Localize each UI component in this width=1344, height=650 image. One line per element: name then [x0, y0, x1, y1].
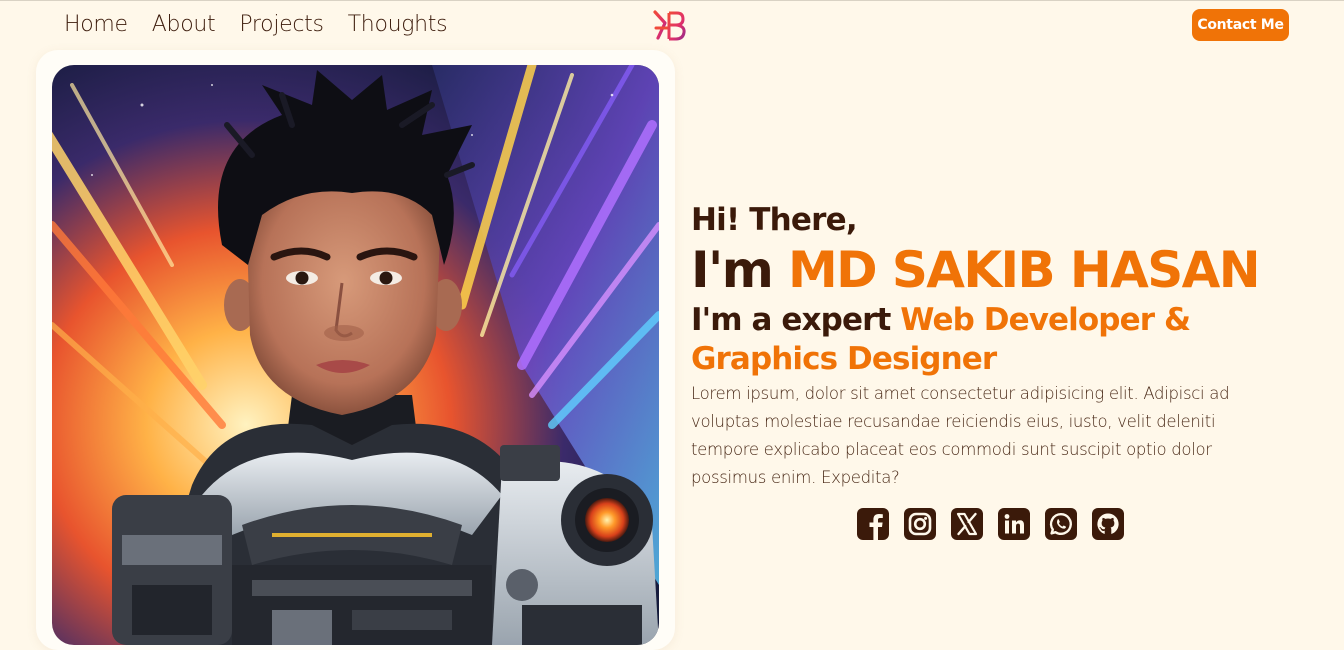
- hero-section: Hi! There, I'm MD SAKIB HASAN I'm a expe…: [691, 200, 1311, 492]
- hero-name: MD SAKIB HASAN: [788, 241, 1261, 299]
- hero-greeting: Hi! There,: [691, 202, 858, 238]
- nav-projects-link[interactable]: Projects: [239, 10, 324, 40]
- logo-mark-icon: [653, 10, 686, 41]
- site-logo[interactable]: [652, 8, 688, 44]
- instagram-glyph-icon: [908, 512, 932, 536]
- github-icon[interactable]: [1092, 508, 1124, 540]
- linkedin-glyph-icon: [1004, 514, 1024, 534]
- nav-thoughts-link[interactable]: Thoughts: [348, 10, 448, 40]
- profile-portrait-image: [52, 65, 659, 645]
- nav-home-link[interactable]: Home: [64, 10, 128, 40]
- hero-intro-prefix: I'm: [691, 241, 774, 299]
- nav-about-link[interactable]: About: [152, 10, 216, 40]
- hero-bio: Lorem ipsum, dolor sit amet consectetur …: [691, 384, 1230, 487]
- github-glyph-icon: [1097, 513, 1119, 534]
- x-twitter-icon[interactable]: [951, 508, 983, 540]
- whatsapp-glyph-icon: [1049, 512, 1072, 535]
- instagram-icon[interactable]: [904, 508, 936, 540]
- top-navigation: Home About Projects Thoughts Contact Me: [0, 0, 1344, 52]
- whatsapp-icon[interactable]: [1045, 508, 1077, 540]
- facebook-icon[interactable]: [857, 508, 889, 540]
- x-glyph-icon: [956, 512, 978, 536]
- social-links: [857, 508, 1124, 540]
- hero-role-heading: I'm a expert Web Developer & Graphics De…: [691, 301, 1311, 379]
- facebook-glyph-icon: [869, 514, 883, 540]
- contact-me-button[interactable]: Contact Me: [1192, 9, 1289, 41]
- hero-role-prefix: I'm a expert: [691, 302, 891, 338]
- linkedin-icon[interactable]: [998, 508, 1030, 540]
- hero-name-heading: I'm MD SAKIB HASAN: [691, 241, 1311, 299]
- nav-links: Home About Projects Thoughts: [64, 10, 471, 40]
